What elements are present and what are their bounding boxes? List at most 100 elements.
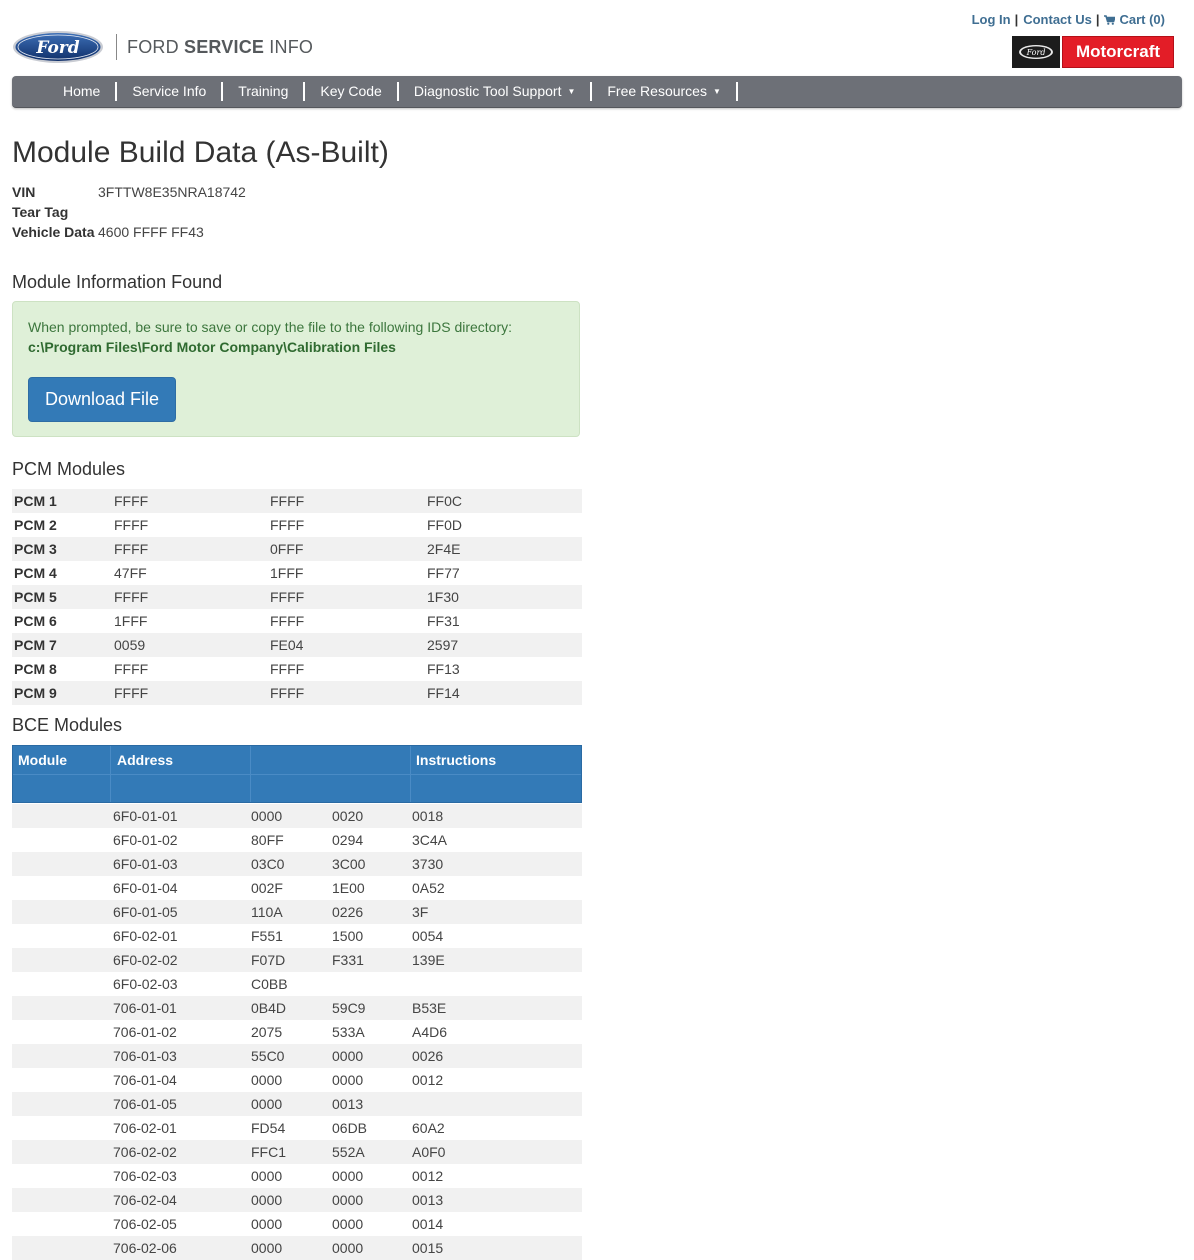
table-cell: 0B4D bbox=[249, 996, 330, 1020]
table-row: 706-01-01 0B4D 59C9 B53E bbox=[12, 996, 582, 1020]
table-cell bbox=[12, 828, 111, 852]
table-cell: 6F0-01-02 bbox=[113, 832, 178, 848]
table-cell bbox=[12, 804, 111, 828]
table-cell: 706-02-03 bbox=[113, 1168, 177, 1184]
ford-oval-text: Ford bbox=[35, 38, 79, 58]
brand-name: FORD SERVICE INFO bbox=[127, 36, 314, 57]
vehicle-data-row: Vehicle Data 4600 FFFF FF43 bbox=[12, 222, 246, 242]
pcm-modules-table: PCM 1 FFFF FFFF FF0C PCM 2 FFFF FFFF FF0D PCM 3F… bbox=[12, 489, 582, 705]
nav-diagnostic-tool-support[interactable]: Diagnostic Tool Support ▼ bbox=[399, 82, 593, 101]
column-header-address: Address bbox=[117, 752, 174, 768]
vehicle-data-label: Vehicle Data bbox=[12, 224, 95, 240]
pcm-modules-heading: PCM Modules bbox=[12, 459, 126, 479]
table-cell: 002F bbox=[251, 880, 283, 896]
module-label-cell: PCM 5 bbox=[12, 585, 112, 609]
table-cell bbox=[12, 900, 111, 924]
table-cell: 706-01-05 bbox=[111, 1092, 249, 1116]
table-cell: F551 bbox=[251, 928, 283, 944]
table-cell: 706-01-04 bbox=[113, 1072, 177, 1088]
table-cell: FFFF bbox=[114, 517, 149, 533]
table-cell: A0F0 bbox=[410, 1140, 582, 1164]
table-cell: FFFF bbox=[112, 585, 268, 609]
nav-service-info[interactable]: Service Info bbox=[117, 82, 224, 101]
table-row: 706-01-02 2075 533A A4D6 bbox=[12, 1020, 582, 1044]
nav-free-resources[interactable]: Free Resources ▼ bbox=[592, 82, 738, 101]
nav-home[interactable]: Home bbox=[48, 82, 118, 101]
table-cell: 552A bbox=[330, 1140, 410, 1164]
table-row: 706-02-04 0000 0000 0013 bbox=[12, 1188, 582, 1212]
table-row: 6F0-01-04 002F 1E00 0A52 bbox=[12, 876, 582, 900]
module-info-alert: When prompted, be sure to save or copy t… bbox=[12, 301, 580, 437]
table-cell bbox=[12, 1068, 111, 1092]
table-cell: 0020 bbox=[330, 804, 410, 828]
table-cell: 0000 bbox=[332, 1072, 364, 1088]
table-cell: FF77 bbox=[427, 565, 460, 581]
table-cell: 06DB bbox=[332, 1120, 368, 1136]
table-cell: FFFF bbox=[270, 661, 305, 677]
table-row: PCM 6 1FFF FFFF FF31 bbox=[12, 609, 582, 633]
table-cell bbox=[12, 1044, 111, 1068]
table-cell bbox=[12, 1092, 111, 1116]
table-cell: FFFF bbox=[268, 681, 425, 705]
module-label-cell: PCM 2 bbox=[14, 517, 57, 533]
table-cell bbox=[12, 876, 111, 900]
table-cell: 0000 bbox=[330, 1188, 410, 1212]
table-cell bbox=[12, 852, 111, 876]
module-label-cell: PCM 1 bbox=[12, 489, 112, 513]
table-cell: FFFF bbox=[270, 613, 305, 629]
ford-service-info-logo[interactable]: Ford FORD SERVICE INFO bbox=[12, 30, 313, 64]
table-cell: 2597 bbox=[425, 633, 582, 657]
module-info-heading: Module Information Found bbox=[12, 272, 223, 292]
motorcraft-logo[interactable]: Ford Motorcraft bbox=[1012, 36, 1174, 68]
table-cell: 1FFF bbox=[114, 613, 148, 629]
table-cell: FFFF bbox=[268, 585, 425, 609]
download-file-button[interactable]: Download File bbox=[28, 377, 176, 422]
login-link[interactable]: Log In bbox=[972, 12, 1011, 27]
table-cell: 1E00 bbox=[332, 880, 365, 896]
cart-link[interactable]: Cart (0) bbox=[1104, 12, 1165, 27]
header-divider bbox=[410, 746, 411, 802]
table-cell: FFFF bbox=[268, 489, 425, 513]
table-cell: 0226 bbox=[330, 900, 410, 924]
header-divider bbox=[110, 746, 111, 802]
table-cell: 0014 bbox=[412, 1216, 444, 1232]
table-cell bbox=[12, 1164, 111, 1188]
dropdown-caret-icon: ▼ bbox=[567, 87, 576, 96]
table-cell: 0000 bbox=[249, 1236, 330, 1260]
module-label-cell: PCM 4 bbox=[14, 565, 57, 581]
table-cell: 0000 bbox=[251, 1168, 283, 1184]
table-row: PCM 2 FFFF FFFF FF0D bbox=[12, 513, 582, 537]
logo-divider bbox=[116, 34, 117, 60]
table-cell: FFFF bbox=[114, 661, 149, 677]
table-row: PCM 5 FFFF FFFF 1F30 bbox=[12, 585, 582, 609]
table-cell: 59C9 bbox=[330, 996, 410, 1020]
table-row: 706-01-03 55C0 0000 0026 bbox=[12, 1044, 582, 1068]
table-row: PCM 1 FFFF FFFF FF0C bbox=[12, 489, 582, 513]
table-cell: 0012 bbox=[412, 1168, 444, 1184]
top-links: Log In | Contact Us | Cart (0) bbox=[972, 12, 1165, 27]
table-cell: FFFF bbox=[112, 489, 268, 513]
main-navbar: Home Service Info Training Key Code Diag… bbox=[12, 76, 1182, 108]
table-cell: 0000 bbox=[249, 1092, 330, 1116]
table-cell bbox=[12, 972, 111, 996]
nav-training[interactable]: Training bbox=[223, 82, 306, 101]
table-cell: FF14 bbox=[425, 681, 582, 705]
table-cell: FFFF bbox=[270, 517, 305, 533]
table-cell: 2F4E bbox=[425, 537, 582, 561]
bce-modules-heading: BCE Modules bbox=[12, 715, 123, 735]
table-row: PCM 7 0059 FE04 2597 bbox=[12, 633, 582, 657]
table-cell: 3C4A bbox=[412, 832, 448, 848]
module-label-cell: PCM 3 bbox=[12, 537, 112, 561]
table-cell: FF31 bbox=[427, 613, 460, 629]
table-cell bbox=[12, 924, 111, 948]
contact-us-link[interactable]: Contact Us bbox=[1023, 12, 1092, 27]
table-cell: 6F0-02-01 bbox=[113, 928, 178, 944]
table-row: 706-02-03 0000 0000 0012 bbox=[12, 1164, 582, 1188]
nav-key-code[interactable]: Key Code bbox=[305, 82, 399, 101]
ford-oval-logo: Ford bbox=[13, 31, 103, 63]
module-label-cell: PCM 7 bbox=[12, 633, 112, 657]
table-cell: 6F0-01-04 bbox=[113, 880, 178, 896]
table-cell: 0000 bbox=[330, 1044, 410, 1068]
table-row: 6F0-02-03 C0BB bbox=[12, 972, 582, 996]
table-row: 706-01-05 0000 0013 bbox=[12, 1092, 582, 1116]
